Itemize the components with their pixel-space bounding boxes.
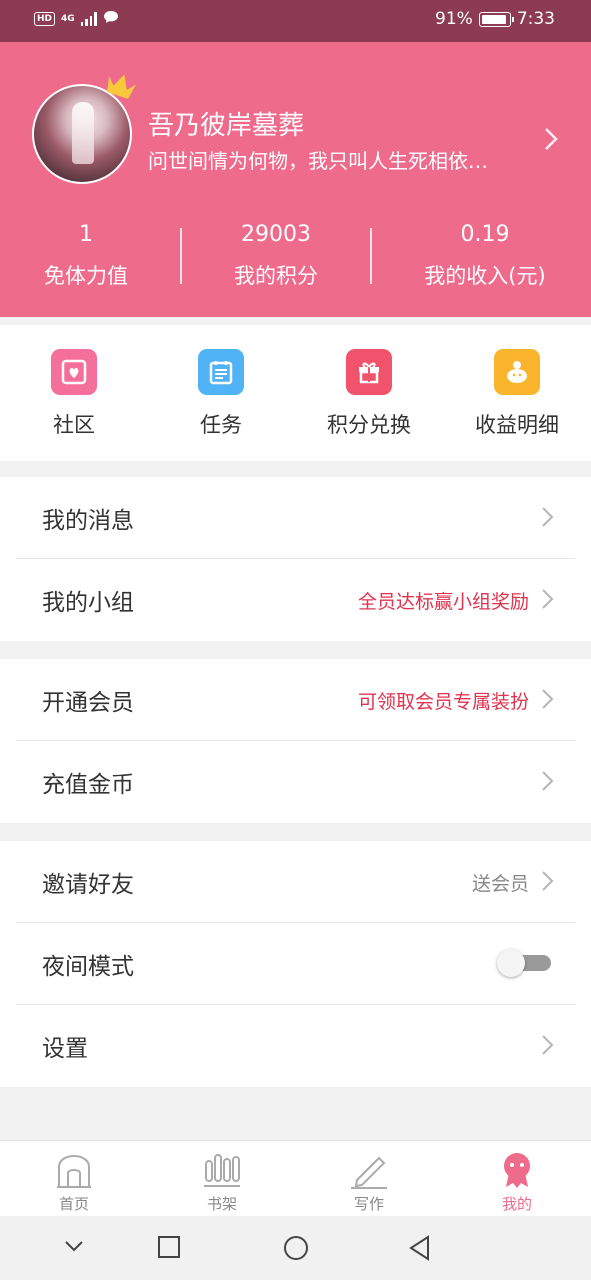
tab-write[interactable]: 写作 bbox=[309, 1149, 429, 1214]
bottom-tab-bar: 首页 书架 写作 我的 bbox=[0, 1140, 591, 1216]
menu-item-hint: 全员达标赢小组奖励 bbox=[357, 591, 529, 613]
signal-icon bbox=[80, 11, 97, 26]
menu-item-label: 充值金币 bbox=[42, 772, 134, 798]
battery-percent: 91% bbox=[435, 9, 473, 29]
network-type: 4G bbox=[61, 13, 75, 24]
shortcut-label: 任务 bbox=[200, 413, 242, 437]
stat-label: 免体力值 bbox=[44, 264, 128, 288]
avatar[interactable] bbox=[32, 74, 136, 184]
tab-bookshelf[interactable]: 书架 bbox=[162, 1149, 282, 1214]
menu-group-misc: 邀请好友 送会员 夜间模式 设置 bbox=[0, 841, 591, 1087]
stat-label: 我的积分 bbox=[234, 264, 318, 288]
menu-item-vip[interactable]: 开通会员 可领取会员专属装扮 bbox=[16, 659, 575, 741]
menu-item-settings[interactable]: 设置 bbox=[16, 1005, 575, 1087]
menu-item-messages[interactable]: 我的消息 bbox=[16, 477, 575, 559]
menu-group-vip: 开通会员 可领取会员专属装扮 充值金币 bbox=[0, 659, 591, 823]
chevron-down-icon[interactable] bbox=[62, 1234, 86, 1258]
menu-item-label: 设置 bbox=[42, 1036, 88, 1062]
night-mode-toggle[interactable] bbox=[497, 949, 551, 977]
stat-value: 29003 bbox=[241, 222, 311, 247]
stats-row: 1 免体力值 29003 我的积分 0.19 我的收入(元) bbox=[0, 220, 591, 290]
menu-item-label: 我的小组 bbox=[42, 590, 134, 616]
stat-income[interactable]: 0.19 我的收入(元) bbox=[390, 220, 580, 290]
menu-item-hint: 送会员 bbox=[471, 873, 529, 895]
menu-item-hint: 可领取会员专属装扮 bbox=[357, 691, 529, 713]
status-bar: HD 4G 91% 7:33 bbox=[0, 0, 591, 42]
profile-ribbon-icon bbox=[457, 1149, 577, 1189]
shortcut-label: 社区 bbox=[53, 413, 95, 437]
shortcut-points-exchange[interactable]: 积分兑换 bbox=[295, 349, 443, 439]
piggy-bank-icon bbox=[494, 349, 540, 395]
menu-item-invite[interactable]: 邀请好友 送会员 bbox=[16, 841, 575, 923]
menu-item-label: 夜间模式 bbox=[42, 954, 134, 980]
shortcut-grid: 社区 任务 积分兑换 收益明细 bbox=[0, 325, 591, 461]
shortcut-income-detail[interactable]: 收益明细 bbox=[443, 349, 591, 439]
chat-notification-icon bbox=[103, 10, 119, 27]
gift-icon bbox=[346, 349, 392, 395]
task-icon bbox=[198, 349, 244, 395]
tab-home[interactable]: 首页 bbox=[14, 1149, 134, 1214]
system-nav-bar bbox=[0, 1216, 591, 1280]
menu-item-night-mode: 夜间模式 bbox=[16, 923, 575, 1005]
menu-item-label: 我的消息 bbox=[42, 508, 134, 534]
stat-stamina[interactable]: 1 免体力值 bbox=[0, 220, 181, 290]
pencil-icon bbox=[309, 1149, 429, 1189]
back-icon[interactable] bbox=[407, 1234, 433, 1262]
chevron-right-icon bbox=[542, 589, 554, 609]
tab-me[interactable]: 我的 bbox=[457, 1149, 577, 1214]
recents-icon[interactable] bbox=[156, 1234, 182, 1260]
menu-item-my-group[interactable]: 我的小组 全员达标赢小组奖励 bbox=[16, 559, 575, 641]
shortcut-task[interactable]: 任务 bbox=[147, 349, 295, 439]
chevron-right-icon bbox=[542, 507, 554, 527]
tab-label: 首页 bbox=[58, 1195, 89, 1213]
bookshelf-icon bbox=[162, 1149, 282, 1189]
username: 吾乃彼岸墓葬 bbox=[148, 111, 305, 141]
battery-icon bbox=[478, 11, 514, 27]
menu-item-label: 开通会员 bbox=[42, 690, 134, 716]
tab-label: 我的 bbox=[501, 1195, 532, 1213]
chevron-right-icon bbox=[542, 1035, 554, 1055]
crown-icon bbox=[107, 74, 136, 99]
chevron-right-icon bbox=[542, 871, 554, 891]
menu-item-label: 邀请好友 bbox=[42, 872, 134, 898]
chevron-right-icon bbox=[542, 771, 554, 791]
stat-points[interactable]: 29003 我的积分 bbox=[181, 220, 371, 290]
shortcut-label: 收益明细 bbox=[475, 413, 559, 437]
community-icon bbox=[51, 349, 97, 395]
shortcut-community[interactable]: 社区 bbox=[0, 349, 148, 439]
tab-label: 书架 bbox=[206, 1195, 237, 1213]
menu-item-recharge[interactable]: 充值金币 bbox=[16, 741, 575, 823]
stat-value: 0.19 bbox=[460, 222, 510, 247]
hd-indicator: HD bbox=[34, 11, 56, 26]
stat-value: 1 bbox=[79, 222, 93, 247]
stat-label: 我的收入(元) bbox=[424, 264, 546, 288]
clock: 7:33 bbox=[516, 9, 555, 29]
chevron-right-icon bbox=[542, 689, 554, 709]
home-circle-icon[interactable] bbox=[282, 1234, 310, 1262]
tab-label: 写作 bbox=[353, 1195, 384, 1213]
chevron-right-icon[interactable] bbox=[541, 124, 561, 154]
menu-group-social: 我的消息 我的小组 全员达标赢小组奖励 bbox=[0, 477, 591, 641]
profile-motto: 问世间情为何物，我只叫人生死相依… bbox=[148, 149, 488, 173]
home-icon bbox=[14, 1149, 134, 1189]
profile-header[interactable]: 吾乃彼岸墓葬 问世间情为何物，我只叫人生死相依… 1 免体力值 29003 我的… bbox=[0, 42, 591, 317]
divider bbox=[370, 228, 372, 284]
shortcut-label: 积分兑换 bbox=[327, 413, 411, 437]
